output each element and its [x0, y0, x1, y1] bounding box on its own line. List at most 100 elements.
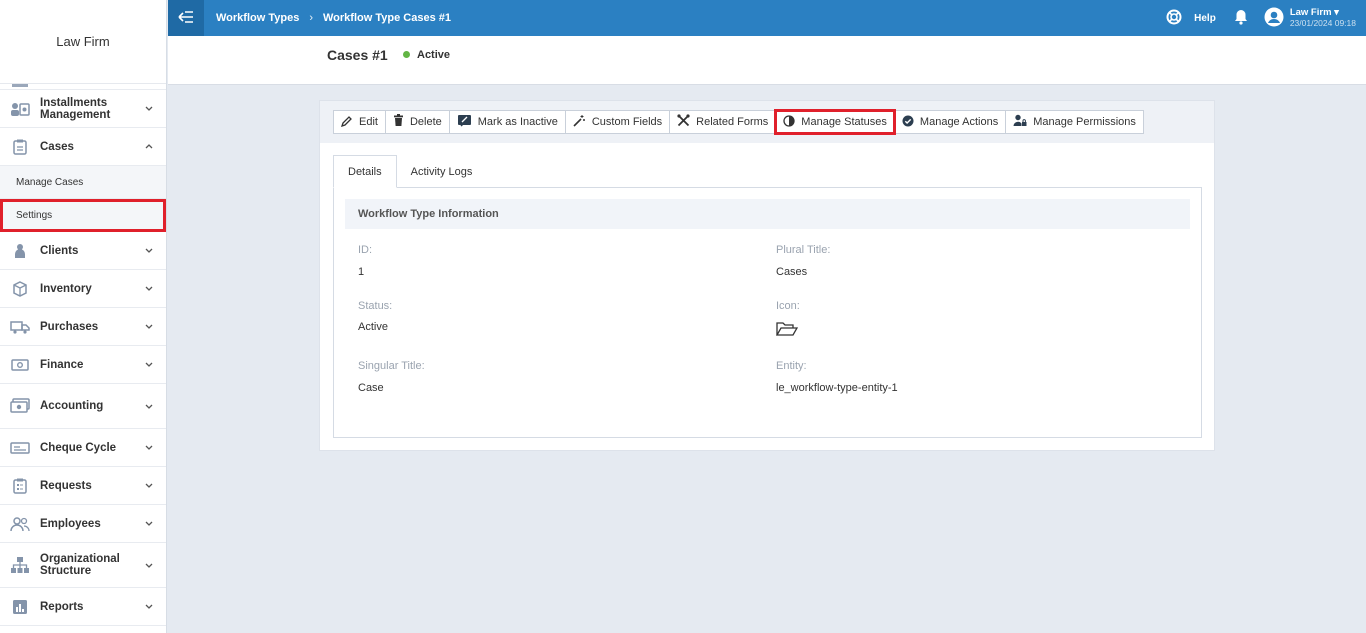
sidebar-item-label: Purchases: [40, 320, 99, 333]
half-circle-icon: [783, 114, 801, 130]
sidebar-item-cases[interactable]: Cases: [0, 128, 166, 166]
mark-inactive-button[interactable]: Mark as Inactive: [448, 110, 566, 134]
edit-button[interactable]: Edit: [333, 110, 386, 134]
sidebar-item-label: Requests: [40, 479, 92, 492]
chevron-down-icon: [144, 401, 154, 411]
user-avatar-icon: [1264, 7, 1290, 30]
custom-fields-button[interactable]: Custom Fields: [564, 110, 671, 134]
chevron-up-icon: [144, 142, 154, 152]
plural-title-label: Plural Title:: [776, 244, 831, 256]
section-title: Workflow Type Information: [345, 199, 1190, 229]
main-panel: Edit Delete Mark as Inactive Custom Fiel…: [319, 100, 1215, 451]
page-header: Cases #1 Active: [168, 36, 1366, 85]
user-name: Law Firm ▾: [1289, 7, 1339, 18]
sidebar-item-label: Inventory: [40, 282, 92, 295]
id-value: 1: [358, 266, 365, 278]
bell-icon: [1234, 9, 1248, 28]
truck-icon: [10, 319, 30, 335]
chevron-down-icon: [144, 322, 154, 332]
tab-details[interactable]: Details: [333, 155, 397, 188]
manage-statuses-button[interactable]: Manage Statuses: [774, 109, 896, 135]
brand-logo[interactable]: Law Firm: [0, 0, 166, 84]
button-label: Related Forms: [696, 116, 769, 128]
breadcrumb-separator: ›: [309, 12, 313, 24]
manage-actions-button[interactable]: Manage Actions: [893, 110, 1007, 134]
sidebar-item-label: Installments Management: [40, 96, 111, 121]
sidebar-item-label: Organizational Structure: [40, 553, 120, 577]
help-label: Help: [1194, 12, 1216, 24]
sidebar-item-clients[interactable]: Clients: [0, 232, 166, 270]
button-label: Manage Permissions: [1033, 116, 1136, 128]
cash-icon: [10, 398, 30, 414]
sidebar-item-requests[interactable]: Requests: [0, 467, 166, 505]
sidebar-item-reports[interactable]: Reports: [0, 588, 166, 626]
sidebar-item-accounting[interactable]: Accounting: [0, 384, 166, 429]
chevron-down-icon: [144, 560, 154, 570]
requests-icon: [10, 478, 30, 494]
chevron-down-icon: [144, 602, 154, 612]
org-chart-icon: [10, 557, 30, 573]
icon-label: Icon:: [776, 300, 800, 312]
chevron-down-icon: [144, 246, 154, 256]
singular-title-label: Singular Title:: [358, 360, 425, 372]
chevron-down-icon: [144, 104, 154, 114]
folder-open-icon: [775, 321, 799, 340]
page-title: Cases #1: [327, 47, 388, 63]
breadcrumb-workflow-types[interactable]: Workflow Types: [216, 12, 299, 24]
status-dot: [403, 51, 410, 58]
sidebar-item-label: Accounting: [40, 400, 104, 412]
chevron-down-icon: [144, 284, 154, 294]
help-button[interactable]: Help: [1166, 9, 1216, 28]
entity-label: Entity:: [776, 360, 807, 372]
reports-icon: [10, 599, 30, 615]
sidebar-item-inventory[interactable]: Inventory: [0, 270, 166, 308]
chevron-down-icon: [144, 443, 154, 453]
manage-permissions-button[interactable]: Manage Permissions: [1005, 110, 1144, 134]
plural-title-value: Cases: [776, 266, 808, 278]
sidebar-item-organizational-structure[interactable]: Organizational Structure: [0, 543, 166, 588]
brand-name: Law Firm: [56, 34, 110, 49]
sidebar-item-label: Cheque Cycle: [40, 441, 117, 454]
collapse-menu-icon: [178, 10, 194, 26]
clipboard-icon: [10, 139, 30, 155]
notifications-button[interactable]: [1234, 9, 1248, 28]
chevron-down-icon: [144, 519, 154, 529]
status-label: Status:: [358, 300, 393, 312]
sidebar-item-purchases[interactable]: Purchases: [0, 308, 166, 346]
sidebar-item-employees[interactable]: Employees: [0, 505, 166, 543]
menu-toggle-button[interactable]: [168, 0, 204, 36]
user-datetime: 23/01/2024 09:18: [1289, 18, 1356, 28]
edit-box-icon: [457, 114, 478, 131]
trash-icon: [393, 114, 410, 130]
related-forms-button[interactable]: Related Forms: [669, 110, 777, 134]
lifebuoy-icon: [1166, 9, 1188, 28]
clients-icon: [10, 243, 30, 259]
breadcrumb-current: Workflow Type Cases #1: [323, 12, 451, 24]
delete-button[interactable]: Delete: [384, 110, 450, 134]
button-label: Manage Statuses: [801, 116, 887, 128]
tab-label: Activity Logs: [410, 165, 473, 178]
pencil-icon: [340, 115, 359, 130]
sidebar-subitem-manage-cases[interactable]: Manage Cases: [0, 166, 166, 199]
chevron-down-icon: [144, 481, 154, 491]
magic-wand-icon: [573, 114, 592, 130]
button-label: Mark as Inactive: [477, 116, 558, 128]
button-label: Delete: [409, 116, 442, 128]
entity-value: le_workflow-type-entity-1: [776, 382, 898, 394]
sidebar-item-label: Cases: [40, 140, 74, 153]
user-menu[interactable]: Law Firm ▾ 23/01/2024 09:18: [1264, 7, 1356, 30]
tab-activity-logs[interactable]: Activity Logs: [397, 155, 487, 188]
sidebar-item-label: Finance: [40, 358, 84, 371]
user-lock-icon: [1013, 114, 1033, 130]
button-label: Edit: [359, 116, 378, 128]
top-bar: Workflow Types › Workflow Type Cases #1 …: [168, 0, 1366, 36]
action-toolbar: Edit Delete Mark as Inactive Custom Fiel…: [320, 101, 1214, 143]
sidebar-subitem-settings[interactable]: Settings: [0, 199, 166, 232]
installments-icon: [10, 101, 30, 117]
subitem-label: Manage Cases: [16, 176, 84, 188]
sidebar-item-finance[interactable]: Finance: [0, 346, 166, 384]
sidebar-item-label: Reports: [40, 600, 84, 613]
sidebar-item-cheque-cycle[interactable]: Cheque Cycle: [0, 429, 166, 467]
sidebar-item-installments[interactable]: Installments Management: [0, 90, 166, 128]
id-label: ID:: [358, 244, 373, 256]
